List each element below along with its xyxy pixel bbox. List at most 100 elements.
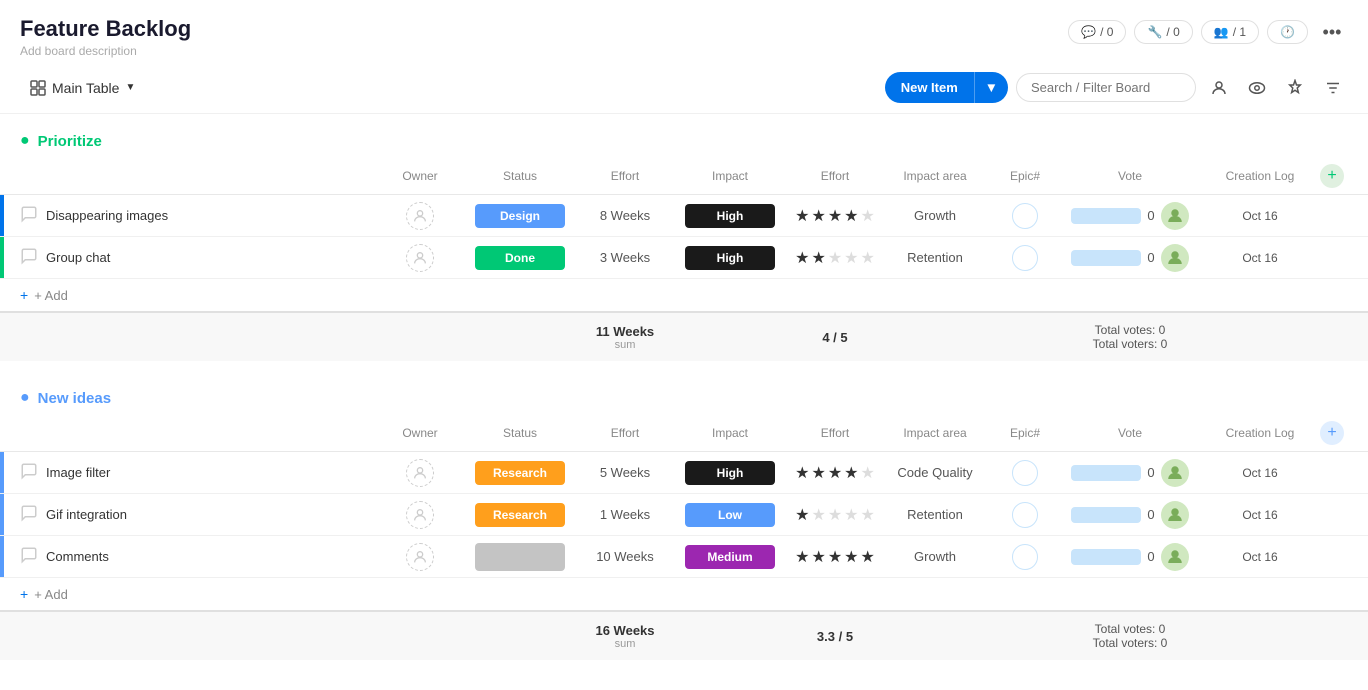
owner-avatar-placeholder[interactable] bbox=[406, 501, 434, 529]
more-icon: ••• bbox=[1323, 22, 1342, 43]
owner-avatar-placeholder[interactable] bbox=[406, 244, 434, 272]
row-impact: High bbox=[670, 204, 790, 228]
clock-stat[interactable]: 🕐 bbox=[1267, 20, 1308, 44]
page-header: Feature Backlog Add board description 💬 … bbox=[0, 0, 1368, 66]
star-2: ★ bbox=[811, 463, 825, 483]
vote-count: 0 bbox=[1147, 507, 1154, 522]
add-row-button-new-ideas[interactable]: + + Add bbox=[0, 578, 1368, 610]
item-name[interactable]: Disappearing images bbox=[46, 208, 380, 223]
comment-icon: 💬 bbox=[1081, 25, 1096, 39]
row-comment-icon[interactable] bbox=[20, 546, 38, 567]
row-comment-icon[interactable] bbox=[20, 205, 38, 226]
pin-icon[interactable] bbox=[1280, 73, 1310, 103]
group-toggle-prioritize[interactable]: ● bbox=[20, 132, 30, 150]
main-table-button[interactable]: Main Table ▼ bbox=[20, 74, 145, 102]
creation-date: Oct 16 bbox=[1242, 550, 1277, 564]
vote-bar bbox=[1071, 549, 1141, 565]
row-name-group-chat: Group chat bbox=[4, 247, 380, 268]
row-epic bbox=[990, 544, 1060, 570]
row-effort: 10 Weeks bbox=[580, 549, 670, 564]
row-comment-icon[interactable] bbox=[20, 504, 38, 525]
vote-bar bbox=[1071, 208, 1141, 224]
star-5: ★ bbox=[861, 505, 875, 525]
status-badge[interactable]: Research bbox=[475, 503, 565, 527]
group-prioritize: ● Prioritize Owner Status Effort Impact … bbox=[0, 124, 1368, 361]
star-4: ★ bbox=[844, 206, 858, 226]
row-status bbox=[460, 543, 580, 571]
col-add-header: + bbox=[1320, 164, 1350, 188]
item-name[interactable]: Gif integration bbox=[46, 507, 380, 522]
impact-badge[interactable]: High bbox=[685, 461, 775, 485]
creation-date: Oct 16 bbox=[1242, 466, 1277, 480]
new-item-button[interactable]: New Item bbox=[885, 72, 974, 103]
row-comment-icon[interactable] bbox=[20, 247, 38, 268]
effort-label2: sum bbox=[580, 638, 670, 650]
main-table-label: Main Table bbox=[52, 80, 119, 96]
creator-avatar bbox=[1161, 202, 1189, 230]
row-epic bbox=[990, 245, 1060, 271]
owner-avatar-placeholder[interactable] bbox=[406, 459, 434, 487]
star-4: ★ bbox=[844, 547, 858, 567]
effort-label: sum bbox=[580, 339, 670, 351]
effort-total2: 16 Weeks bbox=[580, 623, 670, 638]
item-name[interactable]: Image filter bbox=[46, 465, 380, 480]
activity-stat[interactable]: 🔧 / 0 bbox=[1134, 20, 1192, 44]
row-comment-icon[interactable] bbox=[20, 462, 38, 483]
row-stars: ★ ★ ★ ★ ★ bbox=[790, 248, 880, 268]
status-badge[interactable]: Research bbox=[475, 461, 565, 485]
star-2: ★ bbox=[811, 248, 825, 268]
group-toggle-new-ideas[interactable]: ● bbox=[20, 389, 30, 407]
search-input[interactable] bbox=[1016, 73, 1196, 102]
group-title-prioritize[interactable]: Prioritize bbox=[38, 133, 102, 150]
more-options-button[interactable]: ••• bbox=[1316, 16, 1348, 48]
owner-avatar-placeholder[interactable] bbox=[406, 543, 434, 571]
comments-stat[interactable]: 💬 / 0 bbox=[1068, 20, 1126, 44]
row-effort: 8 Weeks bbox=[580, 208, 670, 223]
item-name[interactable]: Comments bbox=[46, 549, 380, 564]
owner-avatar-placeholder[interactable] bbox=[406, 202, 434, 230]
header-left: Feature Backlog Add board description bbox=[20, 16, 191, 58]
impact-score2: 3.3 / 5 bbox=[790, 629, 880, 644]
col-owner-header2: Owner bbox=[380, 426, 460, 440]
add-row-button-prioritize[interactable]: + + Add bbox=[0, 279, 1368, 311]
status-badge[interactable]: Design bbox=[475, 204, 565, 228]
epic-circle-btn[interactable] bbox=[1012, 203, 1038, 229]
status-empty[interactable] bbox=[475, 543, 565, 571]
creation-date: Oct 16 bbox=[1242, 209, 1277, 223]
creation-date: Oct 16 bbox=[1242, 508, 1277, 522]
impact-badge[interactable]: Low bbox=[685, 503, 775, 527]
table-row: Gif integration Research 1 Weeks Low ★ ★… bbox=[0, 494, 1368, 536]
row-status: Done bbox=[460, 246, 580, 270]
row-effort: 5 Weeks bbox=[580, 465, 670, 480]
row-creation: Oct 16 bbox=[1200, 251, 1320, 265]
add-column-button-new-ideas[interactable]: + bbox=[1320, 421, 1344, 445]
creator-avatar bbox=[1161, 459, 1189, 487]
star-3: ★ bbox=[828, 248, 842, 268]
epic-circle-btn[interactable] bbox=[1012, 544, 1038, 570]
vote-count: 0 bbox=[1147, 549, 1154, 564]
add-column-button-prioritize[interactable]: + bbox=[1320, 164, 1344, 188]
total-voters2: Total voters: 0 bbox=[1060, 636, 1200, 650]
total-voters: Total voters: 0 bbox=[1060, 337, 1200, 351]
epic-circle-btn[interactable] bbox=[1012, 245, 1038, 271]
status-badge[interactable]: Done bbox=[475, 246, 565, 270]
new-item-dropdown-button[interactable]: ▼ bbox=[974, 72, 1008, 103]
board-description[interactable]: Add board description bbox=[20, 44, 191, 58]
item-name[interactable]: Group chat bbox=[46, 250, 380, 265]
creator-avatar bbox=[1161, 244, 1189, 272]
epic-circle-btn[interactable] bbox=[1012, 502, 1038, 528]
summary-effort: 11 Weeks sum bbox=[580, 324, 670, 351]
row-name-comments: Comments bbox=[4, 546, 380, 567]
impact-badge[interactable]: High bbox=[685, 246, 775, 270]
filter-icon[interactable] bbox=[1318, 73, 1348, 103]
user-filter-icon[interactable] bbox=[1204, 73, 1234, 103]
row-vote: 0 bbox=[1060, 244, 1200, 272]
new-item-group: New Item ▼ bbox=[885, 72, 1008, 103]
impact-badge[interactable]: High bbox=[685, 204, 775, 228]
members-stat[interactable]: 👥 / 1 bbox=[1201, 20, 1259, 44]
toolbar: Main Table ▼ New Item ▼ bbox=[0, 66, 1368, 114]
epic-circle-btn[interactable] bbox=[1012, 460, 1038, 486]
impact-badge[interactable]: Medium bbox=[685, 545, 775, 569]
eye-icon[interactable] bbox=[1242, 73, 1272, 103]
group-title-new-ideas[interactable]: New ideas bbox=[38, 390, 111, 407]
